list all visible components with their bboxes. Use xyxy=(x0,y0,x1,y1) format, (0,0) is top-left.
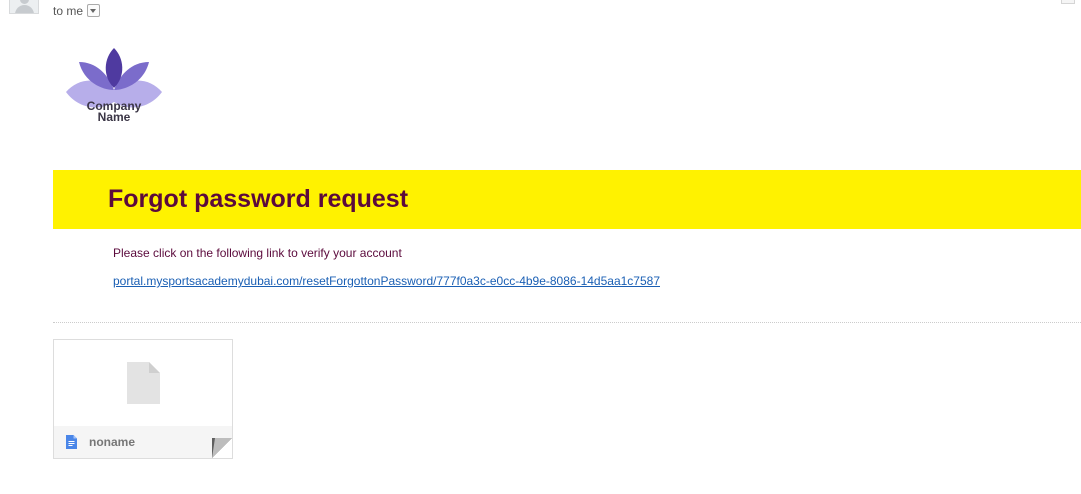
email-title: Forgot password request xyxy=(108,185,409,213)
avatar-body-shape xyxy=(15,5,34,13)
sender-avatar[interactable] xyxy=(9,0,39,14)
avatar-head-shape xyxy=(20,0,29,4)
company-logo: Company Name xyxy=(64,46,164,128)
recipient-label: to me xyxy=(53,4,84,18)
attachment-file-name: noname xyxy=(89,435,136,449)
attachment-card[interactable]: noname xyxy=(53,339,233,459)
recipient-line: to me xyxy=(53,3,101,19)
attachment-divider xyxy=(53,322,1081,323)
attachment-footer: noname xyxy=(54,426,232,458)
page-curl-icon xyxy=(212,438,232,458)
google-docs-file-icon xyxy=(66,435,77,449)
generic-file-icon xyxy=(127,362,160,404)
title-banner: Forgot password request xyxy=(53,170,1081,229)
recipient-details-dropdown[interactable] xyxy=(87,4,101,18)
logo-text-line2: Name xyxy=(97,110,131,124)
reset-password-link[interactable]: portal.mysportsacademydubai.com/resetFor… xyxy=(113,274,660,289)
instruction-text: Please click on the following link to ve… xyxy=(113,246,402,260)
more-options-button[interactable] xyxy=(1061,0,1075,4)
